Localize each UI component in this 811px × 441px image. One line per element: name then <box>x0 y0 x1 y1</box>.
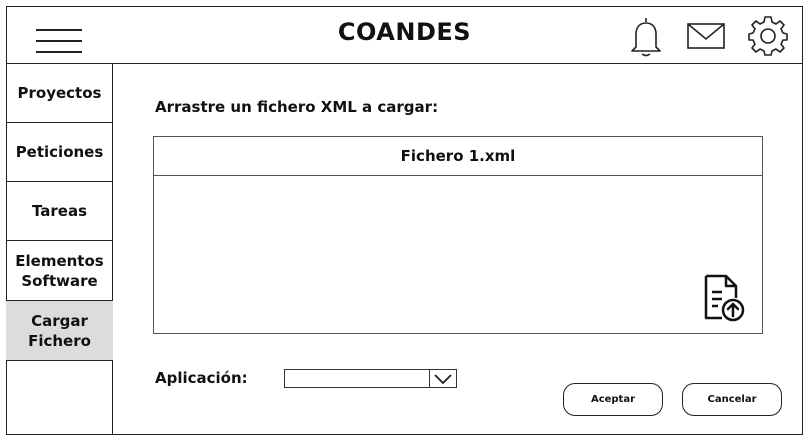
mail-icon[interactable] <box>686 21 726 51</box>
app-title: COANDES <box>337 18 472 46</box>
sidebar-item-proyectos[interactable]: Proyectos <box>6 64 113 123</box>
upload-prompt: Arrastre un fichero XML a cargar: <box>155 98 439 116</box>
cancel-button[interactable]: Cancelar <box>682 383 782 416</box>
accept-button[interactable]: Aceptar <box>563 383 663 416</box>
application-select[interactable] <box>284 369 457 388</box>
file-dropzone[interactable]: Fichero 1.xml <box>153 136 763 334</box>
bell-icon[interactable] <box>626 14 666 58</box>
chevron-down-icon[interactable] <box>429 370 456 387</box>
sidebar-item-tareas[interactable]: Tareas <box>6 182 113 241</box>
sidebar-item-peticiones[interactable]: Peticiones <box>6 123 113 182</box>
file-list-item[interactable]: Fichero 1.xml <box>154 137 762 176</box>
sidebar-item-cargar-fichero[interactable]: Cargar Fichero <box>6 301 113 361</box>
file-name: Fichero 1.xml <box>400 147 516 165</box>
sidebar: Proyectos Peticiones Tareas Elementos So… <box>6 64 113 435</box>
gear-icon[interactable] <box>747 14 789 56</box>
sidebar-item-elementos-software[interactable]: Elementos Software <box>6 241 113 301</box>
file-upload-icon[interactable] <box>702 272 748 324</box>
application-label: Aplicación: <box>155 369 248 387</box>
app-header: COANDES <box>6 6 803 64</box>
